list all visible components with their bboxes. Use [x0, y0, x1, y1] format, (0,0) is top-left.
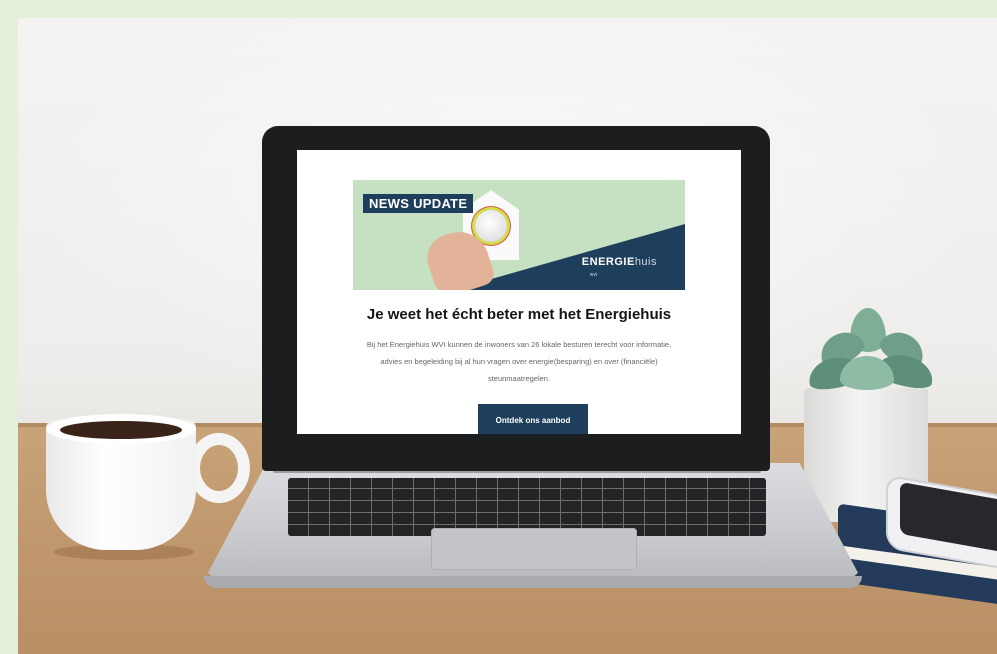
discover-offer-button[interactable]: Ontdek ons aanbod [478, 404, 588, 434]
news-update-tag: NEWS UPDATE [363, 194, 474, 213]
logo-light: huis [634, 256, 657, 268]
laptop-front-edge [204, 576, 862, 588]
energiehuis-logo: ENERGIEhuis [582, 256, 657, 268]
logo-sub: wvi [589, 272, 597, 278]
thermostat-knob-icon [475, 210, 507, 242]
coffee [60, 421, 182, 439]
newsletter-body: Bij het Energiehuis WVI kunnen de inwone… [366, 340, 672, 383]
logo-bold: ENERGIE [581, 256, 635, 268]
newsletter-banner: NEWS UPDATE ENERGIEhuis wvi [353, 180, 685, 290]
hero-photo: NEWS UPDATE ENERGIEhuis wvi Je weet het … [18, 18, 997, 654]
laptop-trackpad [431, 528, 637, 570]
cup-handle [188, 433, 250, 503]
newsletter-headline: Je weet het écht beter met het Energiehu… [366, 306, 672, 323]
laptop-screen: NEWS UPDATE ENERGIEhuis wvi Je weet het … [297, 150, 741, 434]
